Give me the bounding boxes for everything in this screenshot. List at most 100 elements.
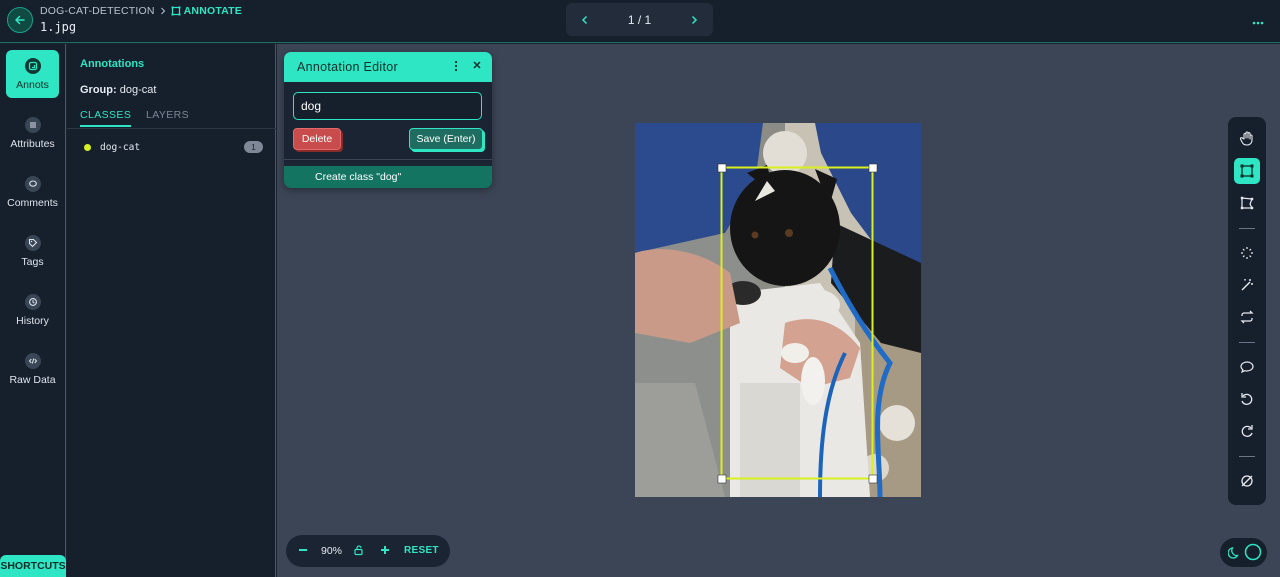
editor-menu-button[interactable] — [454, 60, 458, 75]
panel-title: Annotations — [80, 58, 145, 70]
toolbar-divider — [1239, 342, 1255, 343]
toolbar-divider — [1239, 456, 1255, 457]
bounding-box-overlay[interactable] — [635, 123, 921, 497]
image-pager: 1 / 1 — [566, 3, 713, 36]
redo-icon — [1241, 425, 1253, 437]
toolbar-divider — [1239, 228, 1255, 229]
chevron-left-icon — [581, 15, 588, 24]
tab-layers[interactable]: LAYERS — [146, 109, 189, 125]
hide-icon — [1241, 475, 1253, 487]
breadcrumb-mode: ANNOTATE — [171, 5, 242, 17]
prev-image-button[interactable] — [580, 15, 590, 25]
zoom-level: 90% — [321, 545, 343, 557]
reset-zoom-button[interactable]: RESET — [404, 545, 439, 556]
pan-tool-button[interactable] — [1234, 125, 1260, 151]
undo-button[interactable] — [1234, 386, 1260, 412]
comment-tool-button[interactable] — [1234, 354, 1260, 380]
comment-icon — [1240, 361, 1254, 374]
bbox-handle-bottom-left — [717, 474, 727, 484]
arrow-left-icon — [15, 15, 25, 25]
list-icon — [24, 116, 41, 133]
history-icon — [24, 293, 41, 310]
redo-button[interactable] — [1234, 418, 1260, 444]
rail-item-comments[interactable]: Comments — [6, 168, 59, 216]
annotations-panel: Annotations Group: dog-cat CLASSES LAYER… — [67, 44, 276, 577]
polygon-icon — [1240, 196, 1254, 210]
bbox-handle-top-right — [868, 163, 878, 173]
repeat-icon — [1240, 310, 1254, 324]
create-class-option[interactable]: Create class "dog" — [284, 166, 492, 188]
rail-item-label: Raw Data — [9, 373, 56, 386]
hand-icon — [1239, 131, 1253, 146]
undo-icon — [1241, 393, 1253, 405]
rail-item-attributes[interactable]: Attributes — [6, 109, 59, 157]
page-indicator: 1 / 1 — [627, 12, 652, 27]
divider — [284, 159, 492, 160]
breadcrumb: DOG-CAT-DETECTION ANNOTATE — [40, 5, 242, 17]
lock-icon — [354, 545, 363, 556]
toggle-knob-icon — [1244, 543, 1262, 561]
close-icon — [473, 61, 481, 69]
class-color-dot — [84, 143, 91, 151]
group-info: Group: dog-cat — [80, 84, 156, 96]
rail-item-label: Annots — [16, 78, 49, 91]
top-bar: DOG-CAT-DETECTION ANNOTATE 1.jpg 1 / 1 — [0, 0, 1280, 43]
file-name: 1.jpg — [40, 20, 77, 34]
minus-icon — [299, 549, 307, 551]
back-button[interactable] — [7, 7, 33, 33]
code-icon — [24, 352, 41, 369]
annotation-editor: Annotation Editor Delete Save (Enter) Cr… — [284, 52, 492, 188]
hide-annotations-button[interactable] — [1234, 468, 1260, 494]
image-under-annotation[interactable] — [635, 123, 921, 497]
group-value: dog-cat — [119, 84, 157, 96]
zoom-out-button[interactable] — [298, 545, 308, 555]
class-list-item[interactable]: dog-cat 1 — [80, 140, 263, 154]
rail-item-label: Attributes — [10, 137, 55, 150]
editor-close-button[interactable] — [472, 58, 482, 73]
class-name-input[interactable] — [293, 92, 482, 120]
rail-item-raw-data[interactable]: Raw Data — [6, 345, 59, 393]
annotation-icon — [24, 57, 41, 74]
class-name: dog-cat — [100, 141, 141, 153]
tag-icon — [24, 234, 41, 251]
bbox-tool-button[interactable] — [1234, 158, 1260, 184]
rail-item-label: History — [16, 314, 49, 327]
plus-icon — [381, 546, 389, 554]
bbox-handle-top-left — [717, 163, 727, 173]
next-image-button[interactable] — [689, 15, 699, 25]
comment-icon — [24, 175, 41, 192]
bounding-box-icon — [1240, 164, 1254, 178]
breadcrumb-mode-label: ANNOTATE — [183, 5, 242, 17]
side-rail: Annots Attributes Comments Tags History … — [0, 44, 66, 577]
more-dots-icon — [1252, 21, 1264, 25]
annotation-editor-header[interactable]: Annotation Editor — [284, 52, 492, 82]
rail-item-history[interactable]: History — [6, 286, 59, 334]
more-menu-button[interactable] — [1252, 12, 1264, 28]
chevron-right-icon — [691, 15, 698, 24]
polygon-tool-button[interactable] — [1234, 190, 1260, 216]
delete-button[interactable]: Delete — [293, 128, 341, 150]
magic-select-icon — [1241, 247, 1253, 259]
magic-wand-tool-button[interactable] — [1234, 272, 1260, 298]
repeat-tool-button[interactable] — [1234, 304, 1260, 330]
magic-select-tool-button[interactable] — [1234, 240, 1260, 266]
bbox-handle-bottom-right — [868, 474, 878, 484]
annotate-icon — [171, 6, 181, 16]
chevron-right-icon — [160, 7, 165, 15]
lock-zoom-button[interactable] — [353, 544, 365, 556]
rail-item-annots[interactable]: Annots — [6, 50, 59, 98]
save-button[interactable]: Save (Enter) — [409, 128, 483, 150]
rail-item-tags[interactable]: Tags — [6, 227, 59, 275]
tab-classes[interactable]: CLASSES — [80, 109, 132, 127]
moon-icon — [1228, 547, 1239, 559]
zoom-in-button[interactable] — [380, 545, 390, 555]
panel-tabs: CLASSES LAYERS — [67, 108, 276, 129]
magic-wand-icon — [1241, 279, 1253, 291]
theme-toggle[interactable] — [1220, 538, 1267, 567]
group-label: Group: — [80, 84, 117, 96]
breadcrumb-project[interactable]: DOG-CAT-DETECTION — [40, 5, 155, 17]
kebab-menu-icon — [454, 60, 458, 72]
rail-item-label: Tags — [21, 255, 44, 268]
shortcuts-button[interactable]: SHORTCUTS — [0, 555, 66, 577]
tool-palette — [1228, 117, 1266, 505]
